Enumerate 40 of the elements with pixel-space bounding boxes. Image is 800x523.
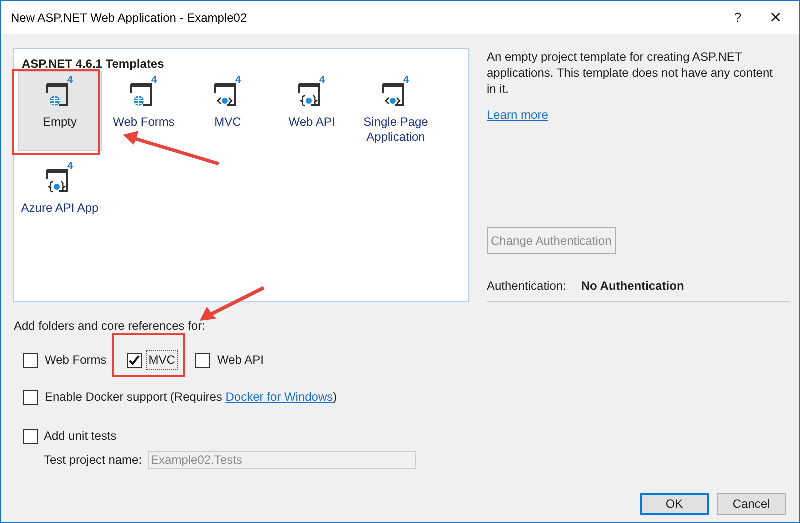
version-number: 4 [67,76,73,86]
version-number: 4 [67,162,73,172]
references-heading: Add folders and core references for: [14,318,206,335]
window-title: New ASP.NET Web Application - Example02 [11,10,248,26]
checkbox-label: Add unit tests [44,428,117,445]
template-label: MVC [214,115,242,130]
template-label: Web Forms [113,115,175,130]
authentication-label: Authentication: [487,278,566,295]
checkbox-label: MVC [146,351,178,369]
version-number: 4 [235,76,241,86]
templates-heading: ASP.NET 4.6.1 Templates [22,56,166,71]
close-button[interactable]: × [753,2,799,32]
docker-link[interactable]: Docker for Windows [226,390,334,404]
version-number: 4 [151,76,157,86]
template-label: Empty [42,115,77,130]
checkbox[interactable] [126,352,142,368]
template-tile[interactable]: 4 Web Forms [102,71,186,151]
checkbox-label: Web Forms [44,352,108,369]
template-label: Azure API App [21,201,99,216]
test-project-name-label: Test project name: [44,452,142,469]
learn-more-link[interactable]: Learn more [487,106,548,124]
template-tile[interactable]: 4 Empty [18,71,102,151]
authentication-value: No Authentication [581,278,684,295]
template-tile[interactable]: 4 Single Page Application [354,71,438,151]
template-tile[interactable]: 4 MVC [186,71,270,151]
ok-button[interactable]: OK [640,493,709,515]
template-label: Single Page Application [362,115,430,145]
version-number: 4 [319,76,325,86]
checkbox[interactable] [23,352,38,368]
checkbox[interactable] [23,390,38,404]
version-number: 4 [403,76,409,86]
checkbox-label: Enable Docker support (Requires Docker for Windows) [45,389,338,406]
help-button[interactable]: ? [723,2,753,32]
checkbox[interactable] [195,352,210,368]
checkbox-label: Web API [216,352,265,369]
template-description: An empty project template for creating ASP.NET applications. This template does not have any content in it. [487,49,774,97]
template-tile[interactable]: 4 Web API [270,71,354,151]
template-tile[interactable]: 4 Azure API App [18,157,102,237]
template-label: Web API [288,115,336,130]
cancel-button[interactable]: Cancel [717,493,786,515]
